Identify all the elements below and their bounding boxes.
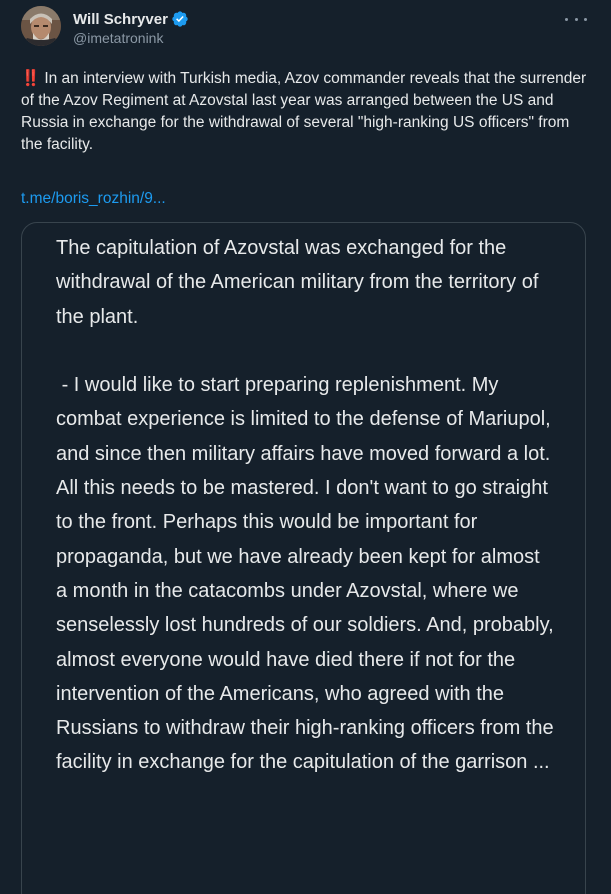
avatar[interactable] <box>21 6 61 46</box>
user-photo-avatar-icon <box>21 6 61 46</box>
author-handle[interactable]: @imetatronink <box>73 30 189 46</box>
media-paragraph-1: The capitulation of Azovstal was exchang… <box>56 237 544 328</box>
verified-badge-icon[interactable] <box>171 10 189 28</box>
media-paragraph-2: - I would like to start preparing replen… <box>56 374 560 774</box>
tweet: Will Schryver @imetatronink ‼️ In an inte… <box>0 0 611 894</box>
media-text: The capitulation of Azovstal was exchang… <box>56 231 556 780</box>
double-exclamation-icon: ‼️ <box>21 70 41 87</box>
author-block: Will Schryver @imetatronink <box>73 9 189 46</box>
author-display-name[interactable]: Will Schryver <box>73 11 168 28</box>
author-name-row: Will Schryver <box>73 9 189 29</box>
media-card[interactable]: The capitulation of Azovstal was exchang… <box>21 222 586 894</box>
tweet-text: ‼️ In an interview with Turkish media, Az… <box>21 68 593 156</box>
tweet-body: In an interview with Turkish media, Azov… <box>21 70 587 153</box>
tweet-link[interactable]: t.me/boris_rozhin/9... <box>21 188 166 210</box>
ellipsis-icon[interactable] <box>565 10 587 28</box>
